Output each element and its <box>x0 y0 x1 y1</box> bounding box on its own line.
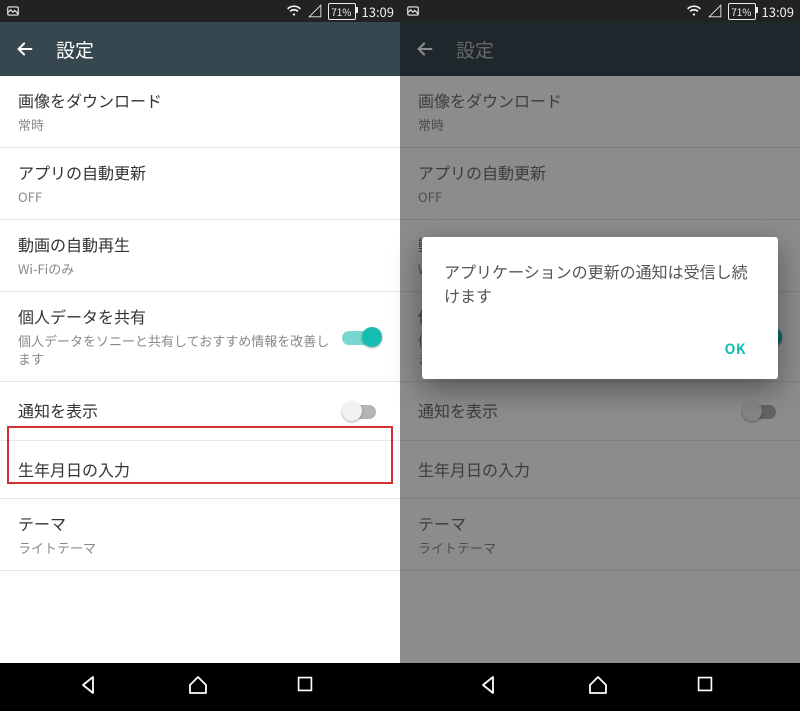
nav-back-icon[interactable] <box>78 673 106 701</box>
item-auto-update[interactable]: アプリの自動更新 OFF <box>0 148 400 220</box>
clock: 13:09 <box>362 2 394 21</box>
item-show-notifications[interactable]: 通知を表示 <box>0 382 400 441</box>
dialog: アプリケーションの更新の通知は受信し続けます OK <box>422 237 778 379</box>
toolbar: 設定 <box>0 22 400 76</box>
battery-icon: 71% <box>328 3 355 20</box>
item-title: 生年月日の入力 <box>18 459 382 481</box>
item-subtitle: OFF <box>18 188 382 206</box>
clock: 13:09 <box>762 2 794 21</box>
toggle-share-data[interactable] <box>342 327 382 347</box>
toolbar-title: 設定 <box>56 36 94 63</box>
back-icon[interactable] <box>14 38 36 60</box>
nav-home-icon[interactable] <box>186 673 214 701</box>
item-title: 画像をダウンロード <box>18 90 382 112</box>
nav-back-icon[interactable] <box>478 673 506 701</box>
item-subtitle: Wi-Fiのみ <box>18 260 382 278</box>
battery-text: 71% <box>731 4 751 19</box>
item-subtitle: 個人データをソニーと共有しておすすめ情報を改善します <box>18 332 332 367</box>
settings-list: 画像をダウンロード 常時 アプリの自動更新 OFF 動画の自動再生 Wi-Fiの… <box>0 76 400 663</box>
nav-recent-icon[interactable] <box>694 673 722 701</box>
signal-icon <box>308 4 322 18</box>
battery-text: 71% <box>331 4 351 19</box>
item-title: 動画の自動再生 <box>18 234 382 256</box>
dialog-ok-button[interactable]: OK <box>715 331 756 367</box>
item-share-data[interactable]: 個人データを共有 個人データをソニーと共有しておすすめ情報を改善します <box>0 292 400 382</box>
item-subtitle: ライトテーマ <box>18 539 382 557</box>
item-download-images[interactable]: 画像をダウンロード 常時 <box>0 76 400 148</box>
phone-left: 71% 13:09 設定 画像をダウンロード 常時 アプリの自動更新 OFF 動 <box>0 0 400 711</box>
signal-icon <box>708 4 722 18</box>
wifi-icon <box>286 4 302 18</box>
item-birthday[interactable]: 生年月日の入力 <box>0 441 400 500</box>
image-icon <box>406 4 420 18</box>
navigation-bar <box>0 663 400 711</box>
phone-right: 71% 13:09 設定 画像をダウンロード 常時 アプリの自動更新 OFF 動… <box>400 0 800 711</box>
nav-home-icon[interactable] <box>586 673 614 701</box>
status-bar: 71% 13:09 <box>400 0 800 22</box>
nav-recent-icon[interactable] <box>294 673 322 701</box>
image-icon <box>6 4 20 18</box>
item-subtitle: 常時 <box>18 116 382 134</box>
navigation-bar <box>400 663 800 711</box>
wifi-icon <box>686 4 702 18</box>
dialog-message: アプリケーションの更新の通知は受信し続けます <box>444 259 756 307</box>
item-title: テーマ <box>18 513 382 535</box>
item-theme[interactable]: テーマ ライトテーマ <box>0 499 400 571</box>
status-bar: 71% 13:09 <box>0 0 400 22</box>
item-title: 通知を表示 <box>18 400 332 422</box>
toggle-show-notifications[interactable] <box>342 401 382 421</box>
item-auto-play[interactable]: 動画の自動再生 Wi-Fiのみ <box>0 220 400 292</box>
item-title: 個人データを共有 <box>18 306 332 328</box>
item-title: アプリの自動更新 <box>18 162 382 184</box>
battery-icon: 71% <box>728 3 755 20</box>
